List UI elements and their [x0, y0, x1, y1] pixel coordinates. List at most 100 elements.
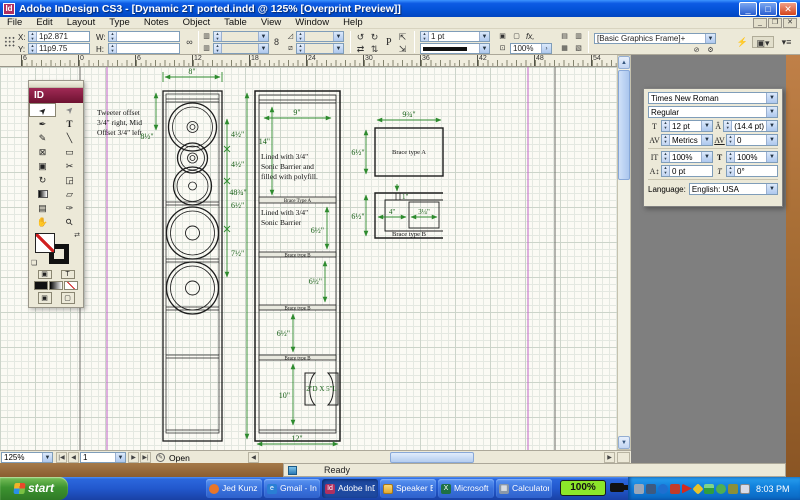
- fill-swatch[interactable]: [35, 233, 55, 253]
- selection-tool[interactable]: ➤: [29, 103, 56, 117]
- taskbar-button-excel[interactable]: X Microsoft Excel ...: [438, 479, 494, 498]
- wrap-bounding-icon[interactable]: ▥: [572, 31, 585, 43]
- menu-notes[interactable]: Notes: [137, 17, 176, 28]
- horizontal-scale-field[interactable]: ▲▼100%▼: [726, 151, 778, 163]
- tray-icon[interactable]: [646, 484, 656, 494]
- skew-field[interactable]: ▲▼0°: [726, 165, 778, 177]
- font-size-field[interactable]: ▲▼12 pt▼: [661, 120, 713, 132]
- tray-icon[interactable]: [728, 484, 738, 494]
- lightning-icon[interactable]: ⚡: [736, 36, 749, 48]
- vertical-scrollbar[interactable]: ▲ ▼: [617, 55, 631, 450]
- scroll-down-button[interactable]: ▼: [618, 436, 630, 449]
- tray-icon[interactable]: [704, 484, 714, 494]
- font-family-select[interactable]: Times New Roman▼: [648, 92, 778, 104]
- rotate-cw-icon[interactable]: ↻: [368, 31, 381, 43]
- rotation-angle-field[interactable]: ▲▼▼: [296, 31, 344, 42]
- kerning-field[interactable]: ▲▼Metrics▼: [661, 134, 713, 146]
- rotate-tool[interactable]: ↻: [29, 173, 56, 187]
- taskbar-button-browser[interactable]: e Gmail - Inbox - ...: [264, 479, 320, 498]
- horizontal-ruler[interactable]: 6 0 6 12 18 24 30 36 42 48 54: [0, 55, 617, 67]
- doc-close-button[interactable]: ✕: [783, 18, 797, 28]
- scroll-up-button[interactable]: ▲: [618, 56, 630, 69]
- zoom-tool[interactable]: ⚲: [56, 215, 83, 229]
- tracking-field[interactable]: ▲▼0▼: [726, 134, 778, 146]
- type-tool[interactable]: T: [56, 117, 83, 131]
- wrap-jump-icon[interactable]: ▧: [572, 43, 585, 55]
- zoom-level-field[interactable]: 125%▼: [1, 452, 53, 463]
- drop-shadow-icon[interactable]: ▣: [496, 31, 509, 43]
- tray-icon[interactable]: [658, 484, 668, 494]
- gradient-tool[interactable]: [29, 187, 56, 201]
- wrap-object-icon[interactable]: ▦: [558, 43, 571, 55]
- menu-view[interactable]: View: [254, 17, 288, 28]
- tray-icon[interactable]: [692, 483, 703, 494]
- scale-y-field[interactable]: ▲▼▼: [213, 43, 269, 54]
- pencil-tool[interactable]: ✎: [29, 131, 56, 145]
- menu-object[interactable]: Object: [176, 17, 217, 28]
- language-select[interactable]: English: USA▼: [689, 183, 778, 195]
- default-fill-stroke-icon[interactable]: ❏: [31, 259, 37, 267]
- object-style-field[interactable]: [Basic Graphics Frame]+▼: [594, 33, 716, 44]
- hand-tool[interactable]: ✋: [29, 215, 56, 229]
- frame-tool[interactable]: ⊠: [29, 145, 56, 159]
- free-transform-tool[interactable]: ▱: [56, 187, 83, 201]
- scroll-right-button[interactable]: ▶: [604, 452, 615, 463]
- taskbar-button-mail[interactable]: Jed Kunz - Inbo...: [206, 479, 262, 498]
- flip-horizontal-icon[interactable]: ⇄: [354, 43, 367, 55]
- menu-edit[interactable]: Edit: [29, 17, 59, 28]
- stroke-type-field[interactable]: ▼: [420, 43, 490, 54]
- tray-icon[interactable]: [716, 484, 726, 494]
- tools-palette[interactable]: ID ➤ ➤ ✒ T ✎ ╲ ⊠ ▭ ▣ ✂ ↻ ◲ ▱ ▤ ✑ ✋ ⚲ ⇄ ❏: [28, 80, 84, 308]
- first-page-button[interactable]: |◀: [56, 452, 67, 463]
- font-style-select[interactable]: Regular▼: [648, 106, 778, 118]
- menu-layout[interactable]: Layout: [60, 17, 103, 28]
- effects-icon[interactable]: fx,: [526, 32, 534, 41]
- flip-vertical-icon[interactable]: ⇅: [368, 43, 381, 55]
- taskbar-button-calculator[interactable]: ▦ Calculator: [496, 479, 552, 498]
- menu-file[interactable]: File: [0, 17, 29, 28]
- reference-point-icon[interactable]: [4, 36, 15, 47]
- battery-indicator[interactable]: 100%: [560, 480, 606, 496]
- minimize-button[interactable]: _: [739, 2, 757, 16]
- doc-minimize-button[interactable]: _: [753, 18, 767, 28]
- w-field[interactable]: ▲▼: [108, 31, 180, 42]
- scale-tool[interactable]: ◲: [56, 173, 83, 187]
- taskbar-button-folder[interactable]: Speaker Buildin...: [380, 479, 436, 498]
- x-field[interactable]: ▲▼1p2.871: [28, 31, 90, 42]
- tray-icon[interactable]: [740, 484, 750, 494]
- menu-type[interactable]: Type: [102, 17, 137, 28]
- line-tool[interactable]: ╲: [56, 131, 83, 145]
- taskbar-button-indesign[interactable]: Id Adobe InDesign...: [322, 479, 378, 498]
- position-tool[interactable]: ▣: [29, 159, 56, 173]
- horizontal-scroll-thumb[interactable]: [390, 452, 474, 463]
- vertical-scroll-thumb[interactable]: [618, 70, 630, 180]
- menu-table[interactable]: Table: [217, 17, 254, 28]
- scissors-tool[interactable]: ✂: [56, 159, 83, 173]
- apply-none-button[interactable]: [64, 281, 78, 290]
- normal-view-button[interactable]: ▣: [38, 292, 52, 304]
- wrap-none-icon[interactable]: ▤: [558, 31, 571, 43]
- direct-selection-tool[interactable]: ➤: [56, 103, 83, 117]
- note-tool[interactable]: ▤: [29, 201, 56, 215]
- menu-window[interactable]: Window: [288, 17, 336, 28]
- select-container-icon[interactable]: ⇱: [396, 31, 409, 43]
- scroll-left-button[interactable]: ◀: [248, 452, 259, 463]
- palette-grip[interactable]: [29, 81, 83, 88]
- close-button[interactable]: ✕: [779, 2, 797, 16]
- swap-fill-stroke-icon[interactable]: ⇄: [74, 231, 80, 239]
- doc-restore-button[interactable]: ❐: [768, 18, 782, 28]
- start-button[interactable]: start: [0, 477, 68, 500]
- opacity-field[interactable]: 100%›: [510, 43, 552, 54]
- constrain-scale-icon[interactable]: 8: [270, 36, 283, 48]
- formatting-text-button[interactable]: T: [61, 270, 75, 279]
- scale-x-field[interactable]: ▲▼▼: [213, 31, 269, 42]
- bridge-icon[interactable]: ▣▾: [752, 36, 774, 48]
- apply-color-button[interactable]: [34, 281, 48, 290]
- constrain-dimensions-icon[interactable]: ∞: [183, 36, 196, 48]
- leading-field[interactable]: ▲▼(14.4 pt)▼: [723, 120, 778, 132]
- apply-gradient-button[interactable]: [49, 281, 63, 290]
- shear-angle-field[interactable]: ▲▼▼: [296, 43, 344, 54]
- next-page-button[interactable]: ▶: [128, 452, 139, 463]
- last-page-button[interactable]: ▶|: [140, 452, 151, 463]
- rotate-ccw-icon[interactable]: ↺: [354, 31, 367, 43]
